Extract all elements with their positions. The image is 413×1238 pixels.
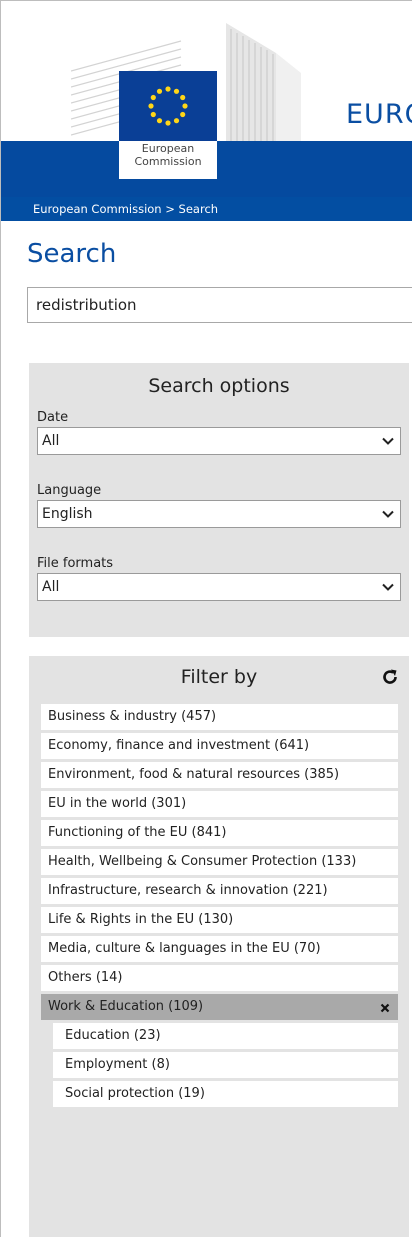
logo-caption: European Commission bbox=[134, 142, 202, 168]
sub-filter-education[interactable]: Education (23) bbox=[53, 1023, 398, 1049]
date-select-value: All bbox=[42, 433, 60, 449]
chevron-down-icon bbox=[382, 583, 394, 591]
chevron-down-icon bbox=[382, 437, 394, 445]
filter-item-others[interactable]: Others (14) bbox=[41, 965, 398, 991]
eu-flag-logo[interactable] bbox=[119, 71, 217, 141]
language-select[interactable]: English bbox=[37, 500, 401, 528]
site-header: European Commission EURO bbox=[1, 1, 412, 197]
language-select-value: English bbox=[42, 506, 93, 522]
site-title: EURO bbox=[346, 99, 412, 130]
file-formats-field: File formats All bbox=[29, 555, 409, 624]
filter-item-life-rights[interactable]: Life & Rights in the EU (130) bbox=[41, 907, 398, 933]
file-formats-label: File formats bbox=[37, 556, 114, 571]
filter-item-business-industry[interactable]: Business & industry (457) bbox=[41, 704, 398, 730]
sub-filter-social-protection[interactable]: Social protection (19) bbox=[53, 1081, 398, 1107]
logo-caption-box: European Commission bbox=[119, 141, 217, 179]
chevron-down-icon bbox=[382, 510, 394, 518]
file-formats-select[interactable]: All bbox=[37, 573, 401, 601]
filter-item-eu-in-the-world[interactable]: EU in the world (301) bbox=[41, 791, 398, 817]
filter-item-infrastructure[interactable]: Infrastructure, research & innovation (2… bbox=[41, 878, 398, 904]
language-field: Language English bbox=[29, 482, 409, 551]
sub-filter-employment[interactable]: Employment (8) bbox=[53, 1052, 398, 1078]
date-label: Date bbox=[37, 410, 69, 425]
breadcrumb[interactable]: European Commission > Search bbox=[1, 197, 412, 221]
page-frame: European Commission EURO European Commis… bbox=[0, 0, 412, 1237]
sub-filter-list: Education (23) Employment (8) Social pro… bbox=[53, 1023, 398, 1107]
filter-item-functioning-of-eu[interactable]: Functioning of the EU (841) bbox=[41, 820, 398, 846]
filter-item-media-culture[interactable]: Media, culture & languages in the EU (70… bbox=[41, 936, 398, 962]
eu-stars-icon bbox=[148, 86, 188, 126]
filter-item-health-wellbeing[interactable]: Health, Wellbeing & Consumer Protection … bbox=[41, 849, 398, 875]
date-field: Date All bbox=[29, 409, 409, 478]
file-formats-select-value: All bbox=[42, 579, 60, 595]
active-filter-label: Work & Education (109) bbox=[48, 999, 204, 1014]
refresh-icon[interactable] bbox=[381, 668, 399, 686]
page-title: Search bbox=[27, 239, 117, 269]
date-select[interactable]: All bbox=[37, 427, 401, 455]
filter-panel: Filter by Business & industry (457) Econ… bbox=[29, 656, 409, 1237]
filter-item-environment[interactable]: Environment, food & natural resources (3… bbox=[41, 762, 398, 788]
search-options-title: Search options bbox=[148, 375, 290, 397]
filter-header: Filter by bbox=[29, 656, 409, 700]
search-input[interactable] bbox=[27, 287, 412, 323]
filter-list: Business & industry (457) Economy, finan… bbox=[41, 704, 398, 1107]
filter-title: Filter by bbox=[180, 666, 258, 688]
filter-item-economy-finance[interactable]: Economy, finance and investment (641) bbox=[41, 733, 398, 759]
close-icon[interactable] bbox=[380, 1003, 390, 1013]
search-options-panel: Search options Date All Language English… bbox=[29, 363, 409, 637]
filter-item-work-education-active[interactable]: Work & Education (109) bbox=[41, 994, 398, 1020]
language-label: Language bbox=[37, 483, 102, 498]
